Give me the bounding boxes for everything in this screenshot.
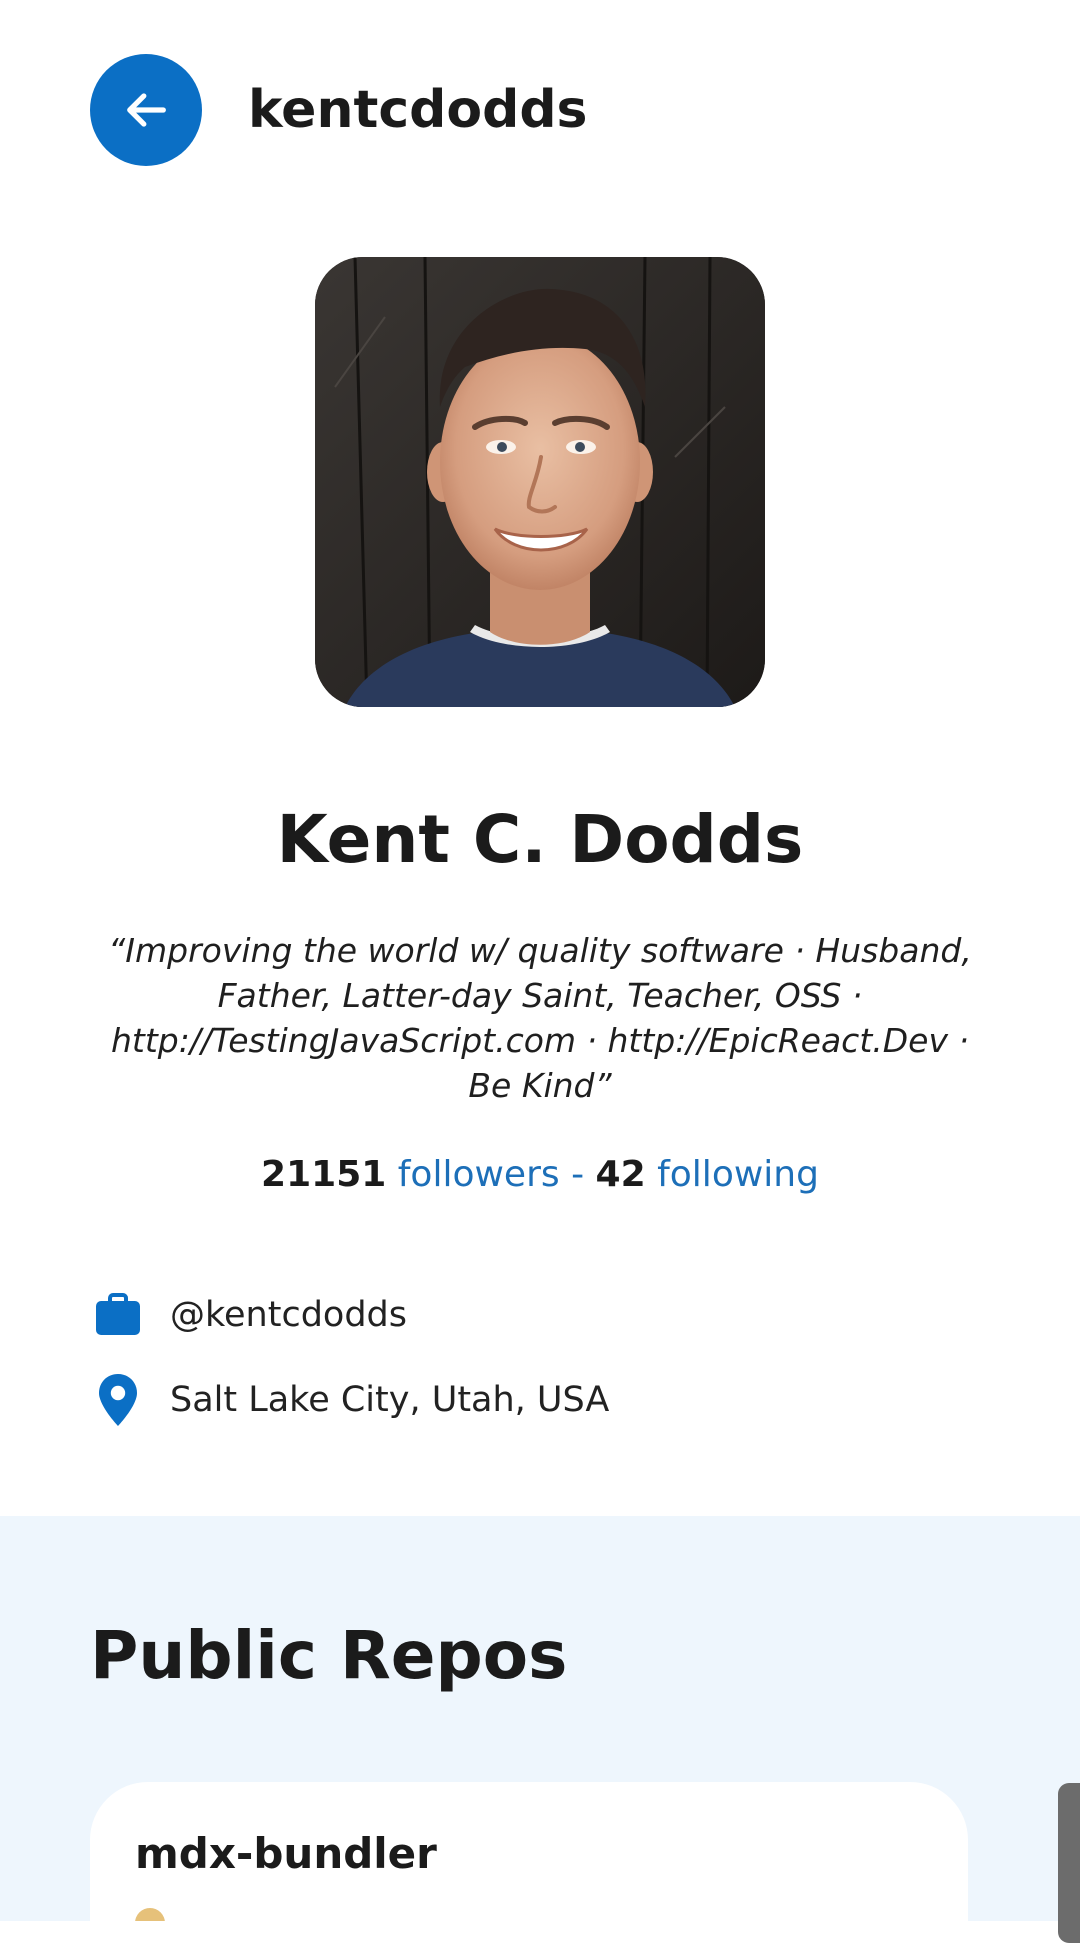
profile-bio: “Improving the world w/ quality software… [108,931,972,1105]
profile-name: Kent C. Dodds [276,801,804,878]
arrow-left-icon [127,93,166,127]
repo-name: mdx-bundler [135,1829,437,1878]
app-header: kentcdodds [0,0,1080,220]
back-button[interactable] [90,54,202,166]
repos-title: Public Repos [90,1617,568,1694]
followers-link[interactable]: followers [398,1154,560,1195]
repo-emoji-icon [135,1908,165,1921]
map-pin-icon [90,1372,146,1428]
followers-count: 21151 [261,1154,387,1195]
location-text: Salt Lake City, Utah, USA [170,1380,610,1420]
stats-separator: - [571,1154,585,1195]
header-title: kentcdodds [248,80,588,140]
follow-stats: 21151 followers - 42 following [0,1150,1080,1200]
following-count: 42 [595,1154,646,1195]
profile-avatar [315,257,765,707]
avatar-portrait-image [315,257,765,707]
briefcase-icon [90,1287,146,1343]
location-row: Salt Lake City, Utah, USA [90,1370,609,1430]
following-link[interactable]: following [657,1154,819,1195]
company-row: @kentcdodds [90,1285,407,1345]
scrollbar-thumb[interactable] [1058,1783,1080,1943]
repo-card[interactable]: mdx-bundler [90,1782,968,1921]
public-repos-section: Public Repos mdx-bundler [0,1516,1080,1921]
company-text: @kentcdodds [170,1295,408,1335]
